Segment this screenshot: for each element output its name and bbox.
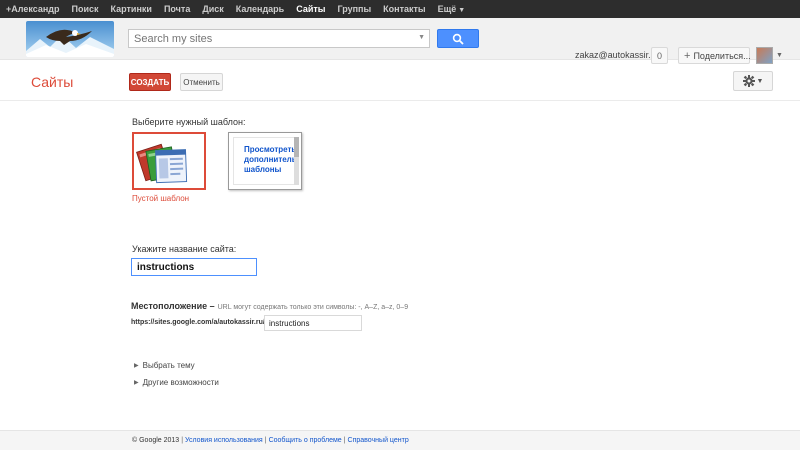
scrollbar[interactable] — [294, 137, 299, 185]
separator: | — [181, 437, 184, 444]
gear-icon — [742, 75, 755, 87]
location-label-row: Местоположение – URL могут содержать толь… — [131, 301, 408, 311]
template-prompt: Выберите нужный шаблон: — [132, 117, 246, 127]
nav-item-contacts[interactable]: Контакты — [383, 4, 425, 14]
plus-icon: + — [684, 49, 691, 62]
template-blank-tile[interactable] — [132, 132, 206, 190]
search-button[interactable] — [437, 29, 479, 48]
triangle-right-icon: ▶ — [134, 380, 139, 386]
eagle-logo-image — [26, 21, 114, 57]
choose-theme-label: Выбрать тему — [142, 361, 195, 370]
footer: © Google 2013 | Условия использования | … — [0, 430, 800, 450]
search-icon — [452, 33, 464, 45]
eagle-logo[interactable] — [26, 21, 114, 57]
google-bar: +Александр Поиск Картинки Почта Диск Кал… — [0, 0, 800, 18]
cancel-button[interactable]: Отменить — [180, 73, 223, 91]
nav-item-images[interactable]: Картинки — [111, 4, 152, 14]
site-name-input[interactable] — [131, 258, 257, 276]
copyright: © Google 2013 — [132, 437, 180, 444]
location-hint: URL могут содержать только эти символы: … — [217, 304, 409, 311]
account-email[interactable]: zakaz@autokassir.ru — [575, 50, 659, 60]
nav-item-calendar[interactable]: Календарь — [236, 4, 284, 14]
report-problem-link[interactable]: Сообщить о проблеме — [269, 437, 342, 444]
nav-item-mail[interactable]: Почта — [164, 4, 190, 14]
nav-item-sites[interactable]: Сайты — [296, 4, 325, 14]
page-title: Сайты — [31, 74, 74, 90]
chevron-down-icon[interactable]: ▼ — [776, 52, 783, 59]
search-box[interactable]: ▼ — [128, 29, 430, 48]
choose-theme-expander[interactable]: ▶ Выбрать тему — [134, 361, 195, 370]
chevron-down-icon: ▼ — [458, 7, 466, 14]
more-options-label: Другие возможности — [142, 378, 219, 387]
template-blank-caption[interactable]: Пустой шаблон — [132, 194, 189, 203]
separator: | — [264, 437, 267, 444]
nav-item-groups[interactable]: Группы — [337, 4, 371, 14]
action-bar: Сайты СОЗДАТЬ Отменить ▼ — [0, 61, 800, 101]
template-more-link[interactable]: Просмотреть дополнитель шаблоны — [233, 137, 297, 185]
nav-item-more-label: Ещё — [437, 4, 457, 14]
help-center-link[interactable]: Справочный центр — [348, 437, 409, 444]
blank-template-icon — [136, 143, 188, 184]
chevron-down-icon: ▼ — [756, 77, 764, 85]
search-options-icon[interactable]: ▼ — [418, 34, 425, 41]
nav-item-more[interactable]: Ещё ▼ — [438, 4, 466, 14]
more-options-expander[interactable]: ▶ Другие возможности — [134, 378, 219, 387]
url-input[interactable] — [264, 315, 362, 331]
terms-link[interactable]: Условия использования — [185, 437, 263, 444]
template-more-tile[interactable]: Просмотреть дополнитель шаблоны — [228, 132, 302, 190]
create-button[interactable]: СОЗДАТЬ — [129, 73, 171, 91]
site-name-prompt: Укажите название сайта: — [132, 244, 237, 254]
nav-item-profile[interactable]: +Александр — [6, 4, 60, 14]
nav-item-search[interactable]: Поиск — [72, 4, 99, 14]
location-label: Местоположение – — [131, 301, 215, 311]
settings-button[interactable]: ▼ — [733, 71, 773, 91]
url-prefix: https://sites.google.com/a/autokassir.ru… — [131, 319, 265, 326]
search-input[interactable] — [134, 32, 414, 45]
share-label: Поделиться... — [693, 50, 751, 61]
nav-item-drive[interactable]: Диск — [202, 4, 223, 14]
header: ▼ zakaz@autokassir.ru 0 +Поделиться... ▼ — [0, 18, 800, 64]
separator: | — [343, 437, 346, 444]
scrollbar-thumb[interactable] — [294, 137, 299, 157]
triangle-right-icon: ▶ — [134, 363, 139, 369]
